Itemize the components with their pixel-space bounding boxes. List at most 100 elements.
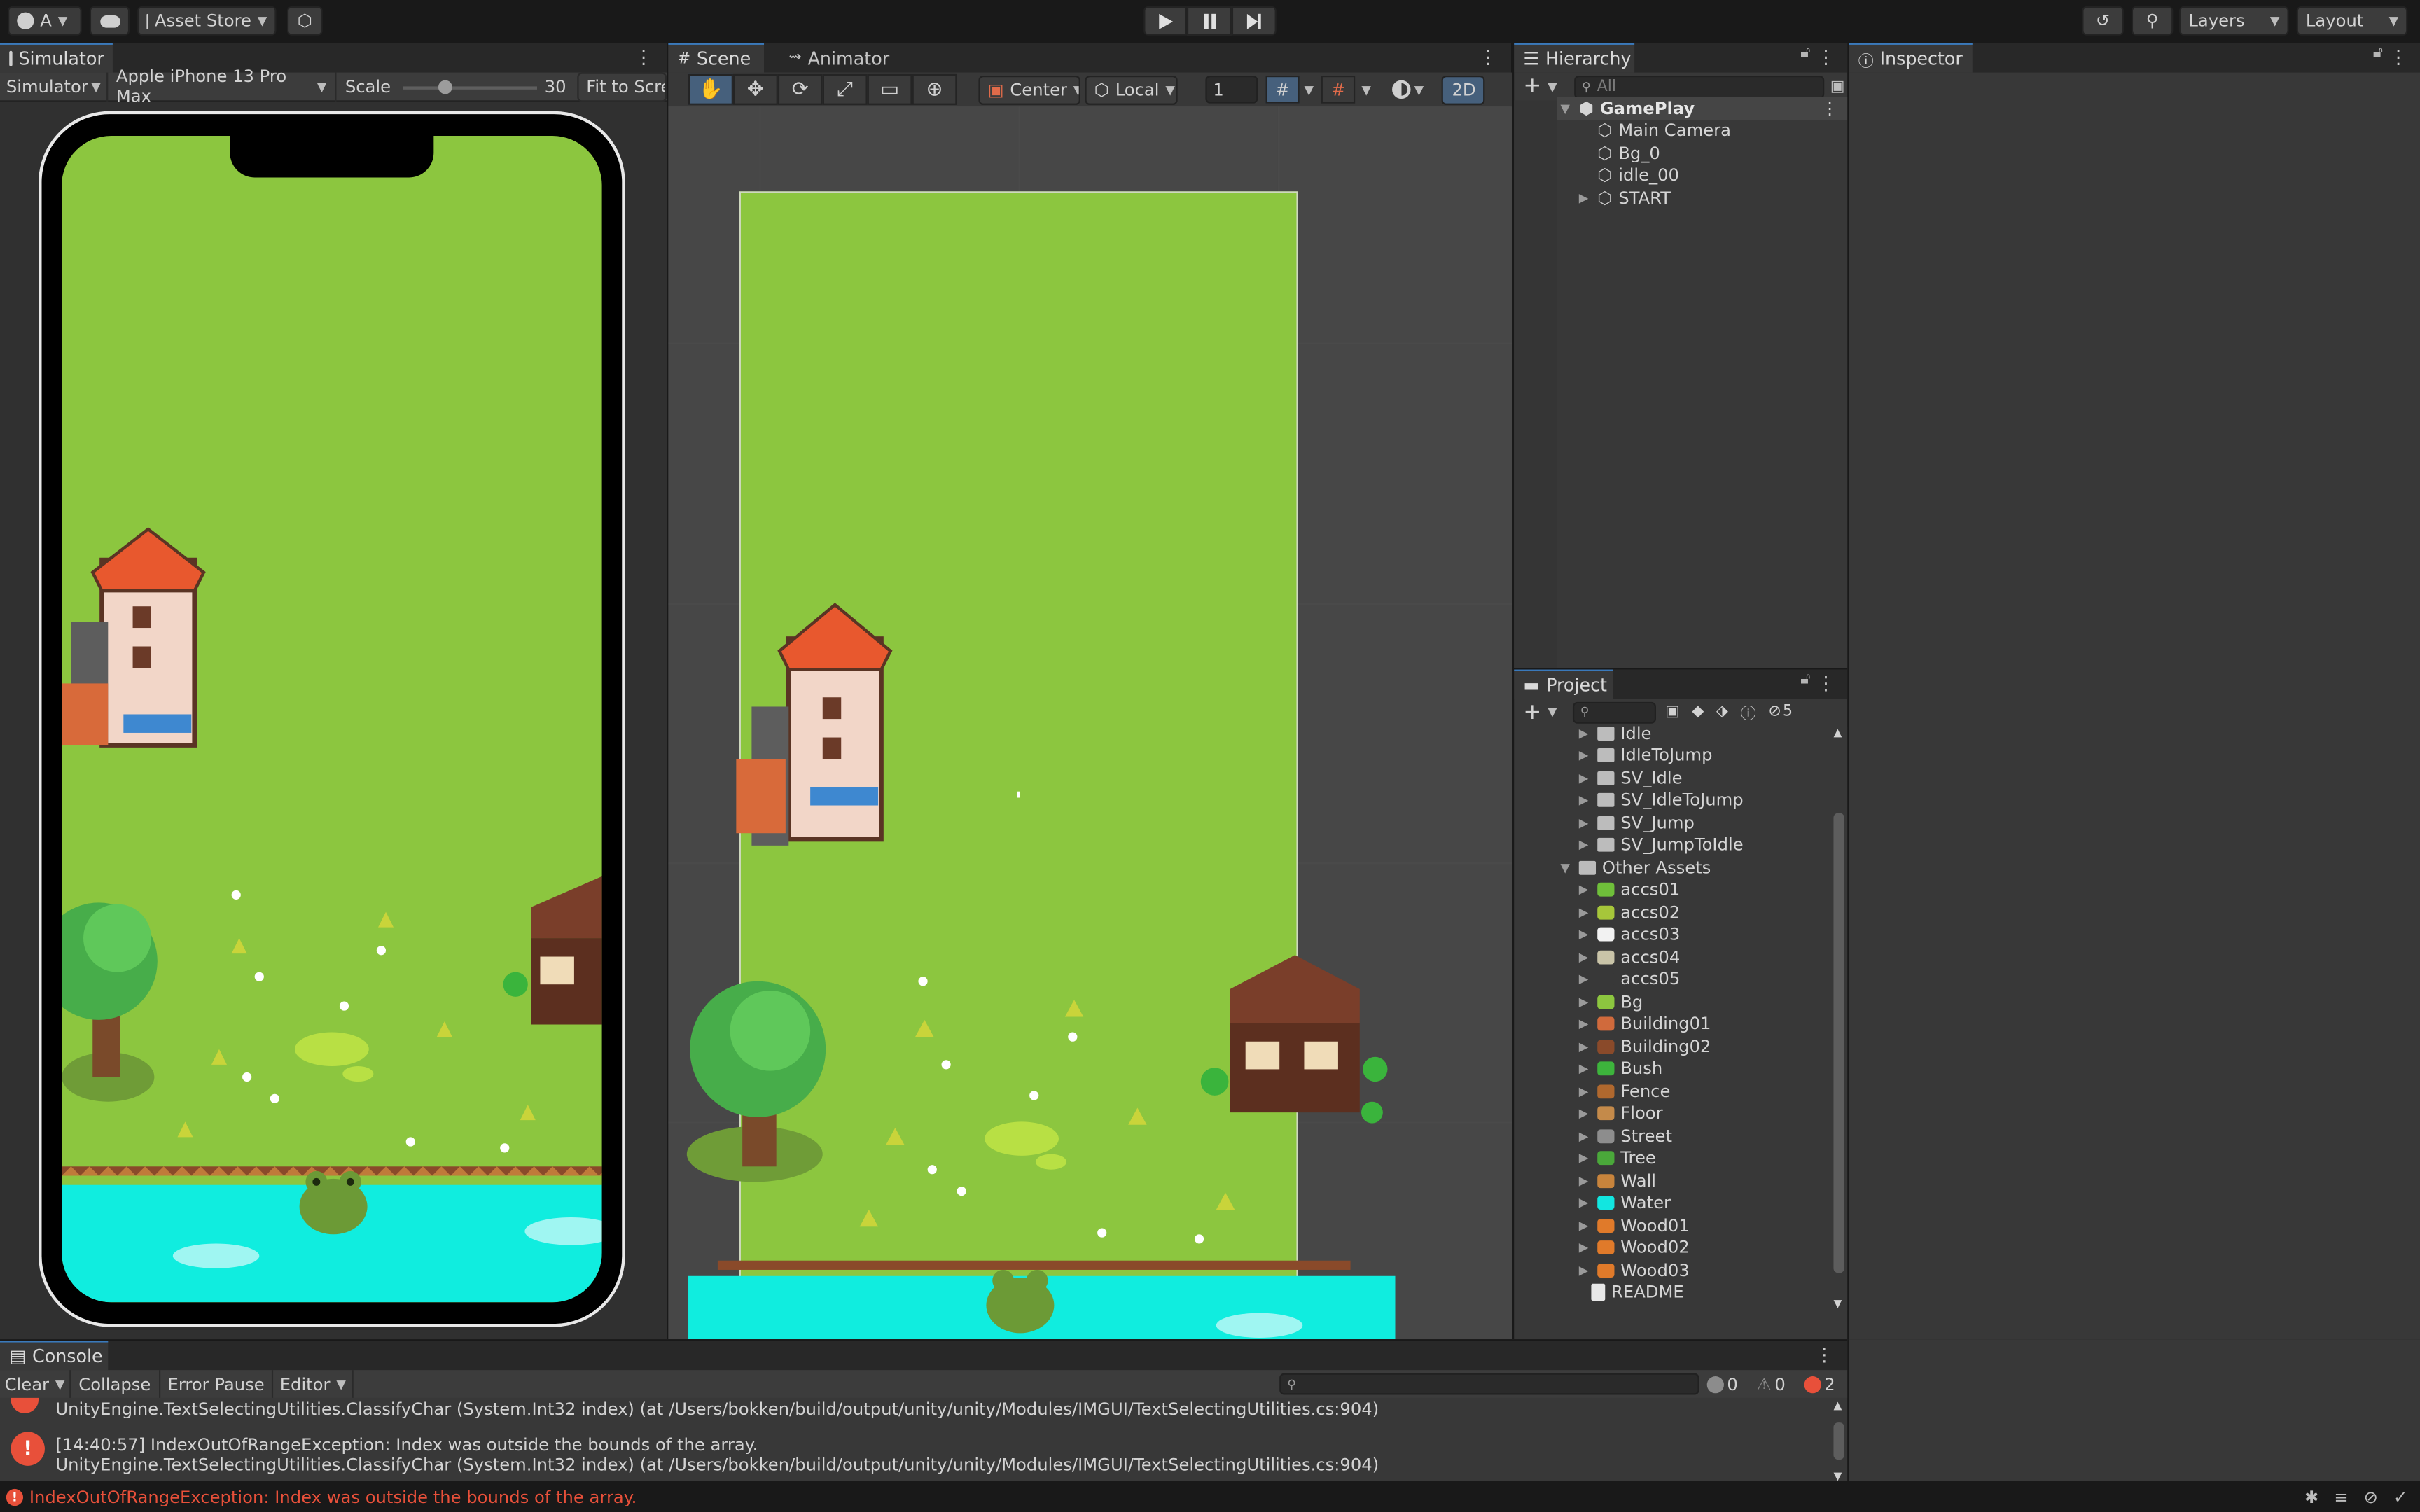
device-dropdown[interactable]: Apple iPhone 13 Pro Max ▼	[109, 66, 336, 106]
console-scrollbar[interactable]: ▲ ▼	[1830, 1398, 1847, 1483]
add-icon[interactable]: +	[1523, 700, 1541, 724]
project-asset[interactable]: ▶ Bg	[1514, 990, 1832, 1013]
more-options-icon[interactable]: ⋮	[1479, 46, 1497, 68]
scene-viewport[interactable]	[668, 106, 1512, 1340]
scrollbar-thumb[interactable]	[1833, 813, 1844, 1273]
pivot-dropdown[interactable]: ▣ Center ▼	[978, 74, 1080, 104]
layers-dropdown[interactable]: Layers ▼	[2179, 6, 2289, 36]
expand-arrow-icon[interactable]: ▶	[1579, 1196, 1592, 1210]
tab-inspector[interactable]: ⓘ Inspector	[1849, 43, 1973, 73]
collapse-arrow-icon[interactable]: ▼	[1560, 860, 1573, 874]
expand-arrow-icon[interactable]: ▶	[1579, 816, 1592, 830]
hierarchy-item[interactable]: ▶ ⬡ START	[1560, 187, 1849, 209]
status-error-message[interactable]: IndexOutOfRangeException: Index was outs…	[29, 1487, 637, 1507]
move-tool-button[interactable]: ✥	[732, 74, 778, 105]
hand-tool-button[interactable]: ✋	[688, 74, 733, 105]
chevron-down-icon[interactable]: ▼	[1548, 80, 1557, 94]
expand-arrow-icon[interactable]: ▶	[1579, 883, 1592, 897]
hierarchy-search-input[interactable]: ⚲ All	[1573, 74, 1824, 98]
lock-icon[interactable]: 🔓︎	[1800, 45, 1810, 62]
scale-slider[interactable]	[403, 71, 537, 101]
grid-toggle-button[interactable]: #	[1265, 75, 1300, 104]
project-asset[interactable]: ▶ accs05	[1514, 968, 1832, 990]
project-scrollbar[interactable]: ▲ ▼	[1830, 727, 1848, 1310]
console-entry[interactable]: ! [14:40:57] IndexOutOfRangeException: I…	[0, 1424, 1830, 1475]
more-options-icon[interactable]: ⋮	[1816, 46, 1835, 68]
tab-simulator[interactable]: Simulator	[0, 43, 113, 73]
expand-arrow-icon[interactable]: ▶	[1579, 1174, 1592, 1188]
more-options-icon[interactable]: ⋮	[1821, 99, 1838, 119]
rect-tool-button[interactable]: ▭	[867, 74, 912, 105]
chevron-down-icon[interactable]: ▼	[1548, 705, 1557, 719]
grid-snap-input[interactable]: 1	[1205, 75, 1258, 104]
project-asset[interactable]: ▶ Building01	[1514, 1013, 1832, 1035]
more-options-icon[interactable]: ⋮	[634, 46, 653, 68]
console-search-input[interactable]: ⚲	[1279, 1373, 1699, 1395]
expand-arrow-icon[interactable]: ▶	[1579, 995, 1592, 1009]
tag-icon[interactable]: ⬗	[1716, 704, 1728, 720]
space-dropdown[interactable]: ⬡ Local ▼	[1085, 74, 1178, 104]
scroll-up-icon[interactable]: ▲	[1833, 727, 1842, 739]
expand-arrow-icon[interactable]: ▶	[1579, 1129, 1592, 1143]
expand-arrow-icon[interactable]: ▶	[1579, 1040, 1592, 1054]
expand-arrow-icon[interactable]: ▶	[1579, 1264, 1592, 1278]
error-pause-toggle[interactable]: Error Pause	[160, 1370, 274, 1398]
project-asset[interactable]: ▶ Floor	[1514, 1102, 1832, 1125]
project-asset[interactable]: ▶ accs03	[1514, 923, 1832, 946]
more-options-icon[interactable]: ⋮	[1815, 1344, 1833, 1366]
lock-icon[interactable]: 🔓︎	[1800, 671, 1810, 688]
check-circle-icon[interactable]: ✓	[2393, 1487, 2407, 1507]
hierarchy-item[interactable]: ⬡ Bg_0	[1560, 142, 1849, 164]
expand-arrow-icon[interactable]: ▶	[1579, 905, 1592, 919]
expand-arrow-icon[interactable]: ▶	[1579, 793, 1592, 807]
draw-mode-dropdown[interactable]: ▼	[1392, 80, 1424, 99]
undo-history-button[interactable]: ↺	[2082, 6, 2124, 36]
project-asset[interactable]: ▶ Fence	[1514, 1080, 1832, 1102]
project-asset[interactable]: ▶ Wall	[1514, 1170, 1832, 1192]
warning-count-toggle[interactable]: ⚠ 0	[1756, 1370, 1786, 1398]
project-asset[interactable]: ▶ Bush	[1514, 1058, 1832, 1080]
expand-arrow-icon[interactable]: ▶	[1579, 1219, 1592, 1233]
error-count-toggle[interactable]: 2	[1804, 1370, 1835, 1398]
expand-arrow-icon[interactable]: ▶	[1579, 1241, 1592, 1255]
package-button[interactable]: ⬡	[286, 6, 323, 36]
cloud-button[interactable]	[89, 6, 130, 36]
project-folder[interactable]: ▶ SV_IdleToJump	[1514, 789, 1832, 811]
fit-to-screen-button[interactable]: Fit to Screen	[576, 71, 667, 102]
project-search-input[interactable]: ⚲	[1572, 701, 1656, 723]
chevron-down-icon[interactable]: ▼	[55, 1377, 65, 1391]
project-asset[interactable]: ▶ Water	[1514, 1192, 1832, 1214]
2d-mode-button[interactable]: 2D	[1442, 74, 1486, 104]
asset-store-dropdown[interactable]: Asset Store ▼	[137, 6, 277, 36]
expand-arrow-icon[interactable]: ▶	[1579, 1107, 1592, 1121]
project-folder[interactable]: ▶ Idle	[1514, 725, 1832, 745]
info-icon[interactable]: ⓘ	[1741, 701, 1756, 723]
tab-hierarchy[interactable]: ☰ Hierarchy	[1514, 43, 1635, 73]
project-folder-other-assets[interactable]: ▼ Other Assets	[1514, 856, 1832, 878]
expand-arrow-icon[interactable]: ▶	[1579, 191, 1592, 205]
project-asset[interactable]: ▶ Wood02	[1514, 1237, 1832, 1259]
hierarchy-item[interactable]: ⬡ Main Camera	[1560, 120, 1849, 142]
chevron-down-icon[interactable]: ▼	[1361, 83, 1371, 97]
expand-arrow-icon[interactable]: ▶	[1579, 1062, 1592, 1076]
expand-arrow-icon[interactable]: ▶	[1579, 727, 1592, 741]
search-by-type-icon[interactable]: ▣	[1665, 704, 1680, 720]
clear-button[interactable]: Clear ▼	[0, 1370, 71, 1398]
scroll-up-icon[interactable]: ▲	[1833, 1399, 1842, 1412]
project-folder[interactable]: ▶ SV_JumpToIdle	[1514, 834, 1832, 856]
expand-arrow-icon[interactable]: ▼	[1560, 102, 1573, 115]
transform-tool-button[interactable]: ⊕	[912, 74, 957, 105]
expand-arrow-icon[interactable]: ▶	[1579, 1152, 1592, 1166]
play-button[interactable]	[1143, 6, 1187, 36]
hierarchy-item[interactable]: ⬡ idle_00	[1560, 164, 1849, 187]
device-screen[interactable]	[62, 135, 602, 1303]
rotate-tool-button[interactable]: ⟳	[777, 74, 823, 105]
project-asset[interactable]: ▶ Tree	[1514, 1147, 1832, 1170]
expand-arrow-icon[interactable]: ▶	[1579, 927, 1592, 941]
scroll-down-icon[interactable]: ▼	[1833, 1298, 1842, 1310]
lock-icon[interactable]: 🔓︎	[2373, 45, 2383, 62]
tab-project[interactable]: ▬ Project	[1514, 669, 1613, 699]
project-asset[interactable]: ▶ accs01	[1514, 878, 1832, 901]
expand-arrow-icon[interactable]: ▶	[1579, 1017, 1592, 1031]
bug-icon[interactable]: ✱	[2304, 1487, 2318, 1507]
